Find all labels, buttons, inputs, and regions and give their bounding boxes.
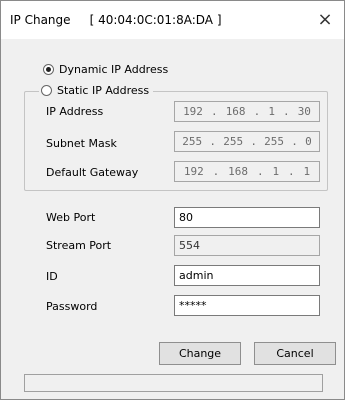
ip-octet-1: 192 — [183, 105, 203, 118]
subnet-mask-label: Subnet Mask — [46, 137, 117, 150]
ip-address-field: 192 . 168 . 1 . 30 — [174, 101, 320, 122]
static-ip-radio[interactable] — [41, 85, 52, 96]
ip-octet-3: 1 — [268, 105, 275, 118]
ip-address-label: IP Address — [46, 105, 104, 118]
stream-port-input — [174, 235, 320, 256]
ip-octet-2: 168 — [225, 105, 246, 118]
password-label: Password — [46, 300, 98, 313]
ip-separator: . — [211, 105, 218, 118]
static-ip-row[interactable]: Static IP Address — [41, 84, 149, 97]
ip-separator: . — [212, 165, 220, 178]
title-bar: IP Change [ 40:04:0C:01:8A:DA ] × — [1, 1, 344, 39]
ip-separator: . — [250, 135, 257, 148]
change-button[interactable]: Change — [159, 342, 241, 365]
gateway-octet-1: 192 — [183, 165, 204, 178]
subnet-octet-2: 255 — [223, 135, 244, 148]
id-input[interactable] — [174, 265, 320, 286]
window-title: IP Change [ 40:04:0C:01:8A:DA ] — [10, 13, 222, 27]
gateway-octet-4: 1 — [303, 165, 311, 178]
dynamic-ip-label: Dynamic IP Address — [59, 63, 169, 76]
ip-separator: . — [209, 135, 216, 148]
ip-separator: . — [287, 165, 295, 178]
ip-separator: . — [253, 105, 261, 118]
close-button[interactable]: × — [312, 7, 338, 33]
subnet-octet-3: 255 — [264, 135, 285, 148]
cancel-button[interactable]: Cancel — [254, 342, 336, 365]
default-gateway-field: 192 . 168 . 1 . 1 — [174, 161, 320, 182]
ip-octet-4: 30 — [297, 105, 311, 118]
subnet-mask-field: 255 . 255 . 255 . 0 — [174, 131, 320, 152]
default-gateway-label: Default Gateway — [46, 166, 139, 179]
static-ip-label: Static IP Address — [57, 84, 150, 97]
ip-separator: . — [291, 135, 298, 148]
password-input[interactable] — [174, 295, 320, 316]
ip-separator: . — [283, 105, 290, 118]
static-ip-option[interactable]: Static IP Address — [39, 84, 154, 97]
dynamic-ip-option[interactable]: Dynamic IP Address — [43, 63, 168, 76]
subnet-octet-1: 255 — [182, 135, 203, 148]
stream-port-label: Stream Port — [46, 239, 112, 252]
web-port-label: Web Port — [46, 211, 96, 224]
dynamic-ip-radio[interactable] — [43, 64, 54, 75]
gateway-octet-2: 168 — [228, 165, 249, 178]
subnet-octet-4: 0 — [305, 135, 312, 148]
ip-separator: . — [256, 165, 264, 178]
gateway-octet-3: 1 — [272, 165, 280, 178]
id-label: ID — [46, 270, 58, 283]
ip-change-dialog: IP Change [ 40:04:0C:01:8A:DA ] × Dynami… — [0, 0, 345, 400]
web-port-input[interactable] — [174, 207, 320, 228]
status-bar — [24, 374, 323, 392]
